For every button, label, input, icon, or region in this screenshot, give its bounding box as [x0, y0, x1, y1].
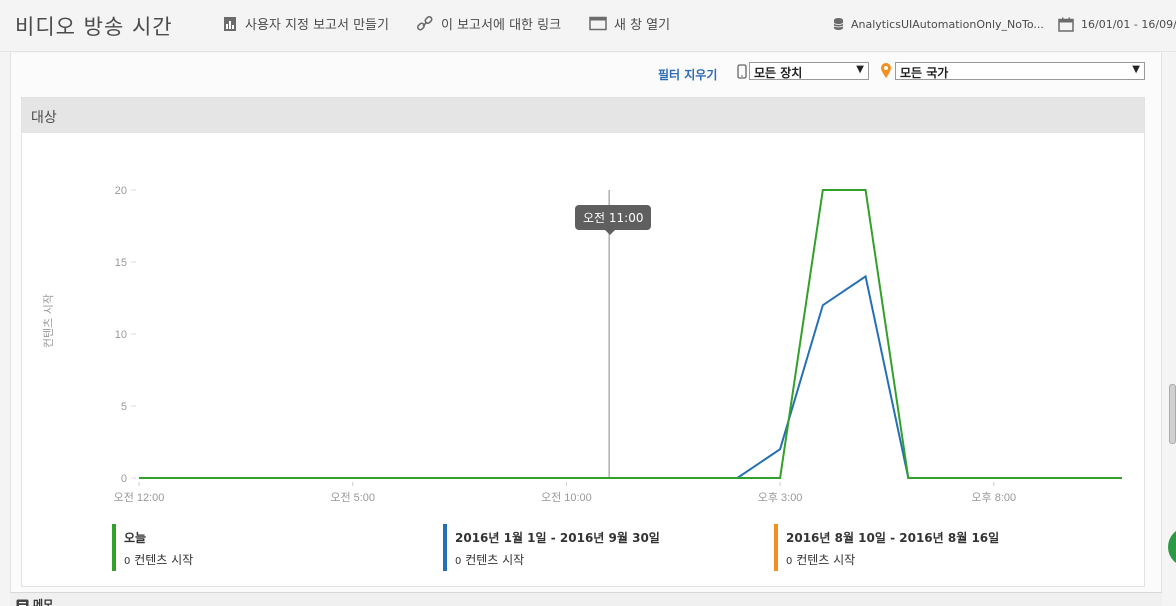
legend-series-value: 0 컨텐츠 시작 [455, 551, 660, 568]
legend-series-name: 오늘 [124, 531, 147, 545]
link-report-label: 이 보고서에 대한 링크 [441, 18, 562, 33]
date-range-selector[interactable]: 16/01/01 - 16/09/30 [1058, 17, 1176, 32]
country-select[interactable]: 모든 국가 ▼ [895, 62, 1145, 80]
y-tick-label: 5 [121, 401, 127, 413]
clear-filters-link[interactable]: 필터 지우기 [658, 66, 717, 83]
x-tick-label: 오후 8:00 [971, 491, 1016, 504]
x-tick-label: 오전 5:00 [330, 491, 375, 504]
link-report-button[interactable]: 이 보고서에 대한 링크 [416, 14, 561, 33]
report-icon [224, 16, 236, 31]
chevron-down-icon: ▼ [1132, 64, 1140, 75]
legend-series-value: 0 컨텐츠 시작 [124, 551, 193, 568]
legend-value-unit: 컨텐츠 시작 [792, 553, 856, 567]
link-icon [416, 15, 433, 31]
legend-series-name: 2016년 8월 10일 - 2016년 8월 16일 [786, 531, 1000, 545]
content-panel: 필터 지우기 모든 장치 ▼ 모든 국가 ▼ 대상 컨텐츠 시작 0 5 10 15 2… [10, 53, 1162, 606]
series-line [139, 274, 1122, 479]
y-tick-label: 15 [115, 257, 127, 269]
filter-bar: 필터 지우기 모든 장치 ▼ 모든 국가 ▼ [11, 53, 1161, 93]
legend-series-name: 2016년 1월 1일 - 2016년 9월 30일 [455, 531, 660, 545]
device-select[interactable]: 모든 장치 ▼ [749, 62, 869, 80]
audience-card: 대상 컨텐츠 시작 0 5 10 15 20 오전 12:00 오전 5:00 오전 10:0… [21, 97, 1145, 587]
mobile-device-icon [737, 64, 747, 79]
device-select-value: 모든 장치 [754, 66, 803, 80]
card-title: 대상 [31, 110, 57, 126]
scrollbar-track[interactable] [1166, 53, 1176, 606]
custom-report-button[interactable]: 사용자 지정 보고서 만들기 [222, 14, 389, 33]
x-tick-label: 오전 10:00 [541, 491, 592, 504]
legend-value-unit: 컨텐츠 시작 [130, 553, 194, 567]
new-window-button[interactable]: 새 창 열기 [589, 14, 670, 33]
window-icon [589, 16, 607, 31]
hover-tooltip: 오전 11:00 [575, 205, 652, 235]
page-title: 비디오 방송 시간 [15, 15, 173, 39]
header-bar: 비디오 방송 시간 사용자 지정 보고서 만들기 이 보고서에 대한 링크 새 … [0, 0, 1176, 52]
notes-bar[interactable]: 메모 [10, 592, 1162, 606]
notes-label: 메모 [33, 598, 54, 606]
custom-report-label: 사용자 지정 보고서 만들기 [245, 18, 389, 33]
calendar-icon [1058, 17, 1074, 32]
notes-header[interactable]: 메모 [16, 596, 53, 606]
legend-value-unit: 컨텐츠 시작 [461, 553, 525, 567]
country-select-value: 모든 국가 [900, 66, 949, 80]
legend-color-bar [443, 524, 447, 571]
x-tick-label: 오후 3:00 [758, 491, 803, 504]
legend-item[interactable]: 오늘 0 컨텐츠 시작 [112, 524, 193, 574]
chevron-down-icon: ▼ [856, 64, 864, 75]
scrollbar-thumb[interactable] [1169, 384, 1176, 444]
report-suite-selector[interactable]: AnalyticsUIAutomationOnly_NoTo... [833, 17, 1044, 31]
y-tick-label: 0 [121, 473, 127, 485]
x-tick-label: 오전 12:00 [114, 491, 165, 504]
legend-color-bar [112, 524, 116, 571]
card-header: 대상 [22, 98, 1144, 133]
note-icon [16, 599, 29, 606]
series-line [139, 189, 1122, 479]
legend-series-value: 0 컨텐츠 시작 [786, 551, 999, 568]
new-window-label: 새 창 열기 [614, 18, 671, 33]
legend-item[interactable]: 2016년 8월 10일 - 2016년 8월 16일 0 컨텐츠 시작 [774, 524, 999, 574]
location-pin-icon [881, 63, 891, 78]
y-tick-label: 10 [115, 329, 127, 341]
y-tick-label: 20 [115, 185, 127, 197]
line-chart: 0 5 10 15 20 오전 12:00 오전 5:00 오전 10:00 오후 3:00 오후… [114, 185, 1122, 504]
legend-color-bar [774, 524, 778, 571]
date-range-label: 16/01/01 - 16/09/30 [1081, 18, 1176, 31]
legend-item[interactable]: 2016년 1월 1일 - 2016년 9월 30일 0 컨텐츠 시작 [443, 524, 660, 574]
report-suite-label: AnalyticsUIAutomationOnly_NoTo... [851, 17, 1044, 31]
database-icon [833, 18, 844, 30]
